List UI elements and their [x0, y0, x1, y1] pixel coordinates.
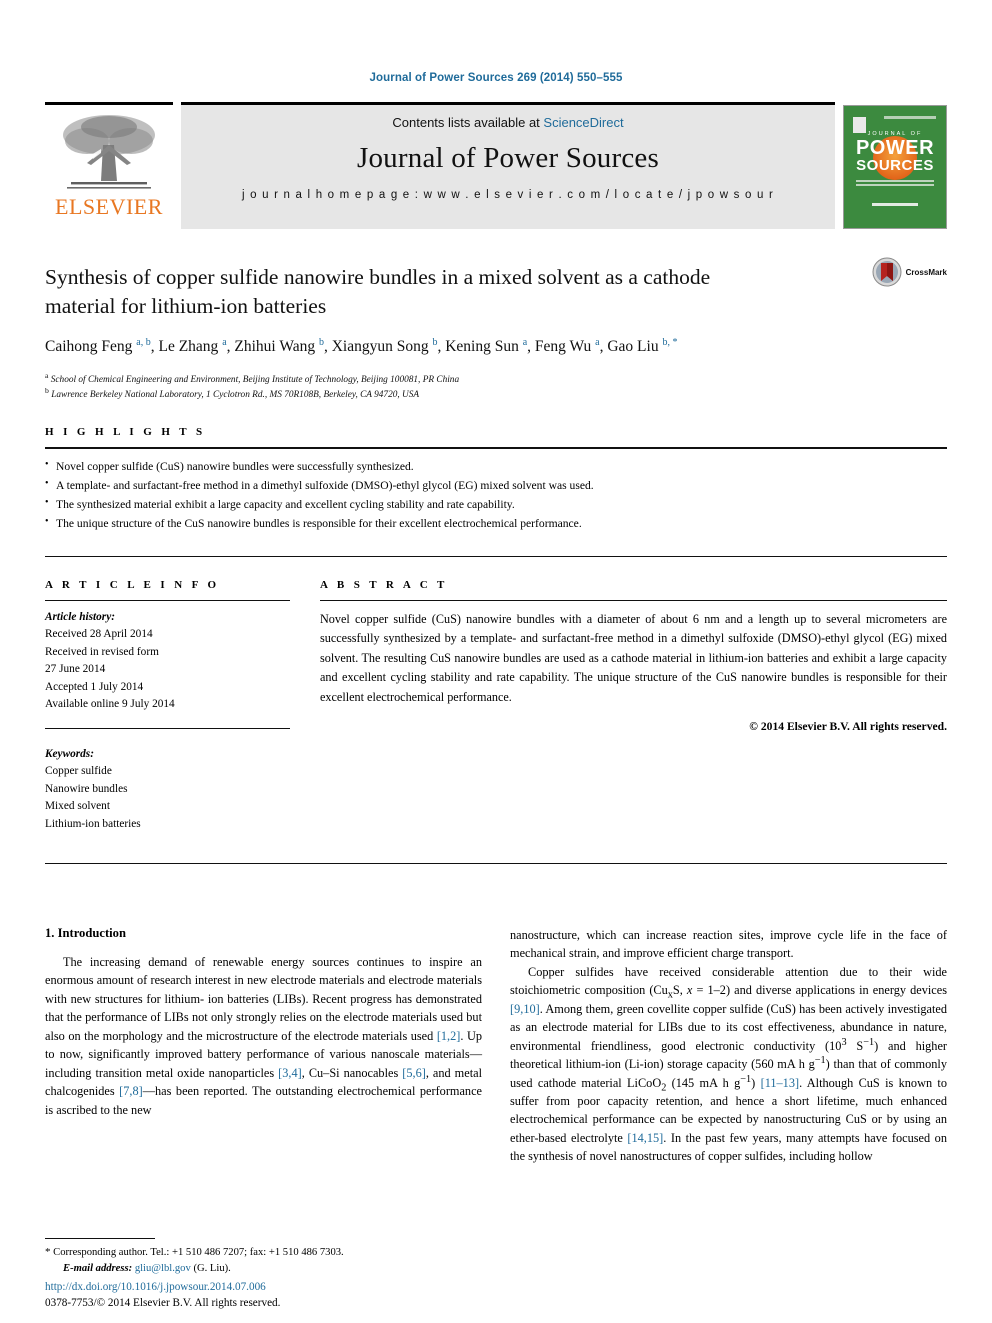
affiliation-item: b Lawrence Berkeley National Laboratory,… — [45, 385, 947, 403]
body-column-right: nanostructure, which can increase reacti… — [510, 926, 947, 1166]
abstract-column: A B S T R A C T Novel copper sulfide (Cu… — [320, 579, 947, 834]
masthead-center-panel: Contents lists available at ScienceDirec… — [181, 102, 835, 229]
affiliation-text: Lawrence Berkeley National Laboratory, 1… — [51, 389, 420, 400]
keywords-label: Keywords: — [45, 747, 94, 760]
highlights-list: Novel copper sulfide (CuS) nanowire bund… — [45, 457, 947, 534]
abstract-copyright: © 2014 Elsevier B.V. All rights reserved… — [749, 720, 947, 734]
doi-link[interactable]: http://dx.doi.org/10.1016/j.jpowsour.201… — [45, 1279, 280, 1295]
email-label: E-mail address: — [63, 1263, 133, 1275]
author-list: Caihong Feng a, b, Le Zhang a, Zhihui Wa… — [45, 337, 678, 356]
keywords-divider — [45, 727, 290, 729]
article-history-label: Article history: — [45, 610, 115, 623]
journal-homepage-line[interactable]: j o u r n a l h o m e p a g e : w w w . … — [181, 189, 835, 201]
journal-cover-image: JOURNAL OF POWER SOURCES — [843, 105, 947, 229]
intro-paragraph-continued: nanostructure, which can increase reacti… — [510, 928, 947, 961]
email-suffix: (G. Liu). — [193, 1263, 231, 1275]
history-line: 27 June 2014 — [45, 663, 106, 676]
article-page: Journal of Power Sources 269 (2014) 550–… — [0, 0, 992, 1323]
cover-tagline-lines — [856, 180, 934, 188]
corresponding-author-line: * Corresponding author. Tel.: +1 510 486… — [45, 1244, 485, 1261]
list-item: The unique structure of the CuS nanowire… — [45, 514, 947, 534]
elsevier-logo: ELSEVIER — [45, 102, 173, 229]
article-history-block: Article history: Received 28 April 2014 … — [45, 609, 290, 714]
cover-publisher-mark — [872, 203, 918, 206]
history-line: Received 28 April 2014 — [45, 628, 153, 641]
article-info-column: A R T I C L E I N F O Article history: R… — [45, 579, 320, 834]
section-heading-introduction: 1. Introduction — [45, 926, 126, 941]
article-info-heading: A R T I C L E I N F O — [45, 578, 220, 591]
body-column-left: 1. Introduction The increasing demand of… — [45, 926, 482, 1166]
contents-available-line: Contents lists available at ScienceDirec… — [181, 115, 835, 130]
list-item: A template- and surfactant-free method i… — [45, 476, 947, 496]
elsevier-tree-icon — [63, 115, 155, 189]
footnote-rule — [45, 1238, 155, 1240]
affiliation-marker: a — [45, 370, 49, 380]
abstract-divider — [320, 599, 947, 601]
corresponding-author-note: * Corresponding author. Tel.: +1 510 486… — [45, 1238, 485, 1277]
abstract-heading: A B S T R A C T — [320, 578, 448, 591]
keyword-item: Lithium-ion batteries — [45, 817, 141, 830]
keyword-item: Nanowire bundles — [45, 782, 128, 795]
abstract-text: Novel copper sulfide (CuS) nanowire bund… — [320, 611, 947, 704]
history-line: Available online 9 July 2014 — [45, 698, 175, 711]
page-title: Synthesis of copper sulfide nanowire bun… — [45, 265, 711, 318]
crossmark-label: CrossMark — [905, 267, 947, 277]
journal-cover-thumbnail: JOURNAL OF POWER SOURCES — [843, 102, 947, 229]
cover-top-rule — [884, 116, 936, 119]
highlights-heading: H I G H L I G H T S — [45, 426, 206, 439]
affiliation-text: School of Chemical Engineering and Envir… — [50, 374, 460, 385]
issn-copyright-line: 0378-7753/© 2014 Elsevier B.V. All right… — [45, 1296, 281, 1309]
highlights-divider — [45, 447, 947, 450]
corresponding-text: Corresponding author. Tel.: +1 510 486 7… — [53, 1247, 344, 1259]
sciencedirect-link[interactable]: ScienceDirect — [543, 115, 623, 130]
article-info-divider — [45, 599, 290, 601]
list-item: The synthesized material exhibit a large… — [45, 495, 947, 515]
highlights-section: H I G H L I G H T S Novel copper sulfide… — [45, 426, 947, 533]
journal-masthead: ELSEVIER Contents lists available at Sci… — [45, 102, 947, 229]
title-block: CrossMark Synthesis of copper sulfide na… — [45, 257, 947, 403]
keyword-item: Copper sulfide — [45, 765, 112, 778]
history-line: Accepted 1 July 2014 — [45, 680, 144, 693]
crossmark-icon — [872, 257, 902, 287]
highlights-bottom-divider — [45, 555, 947, 557]
crossmark-badge[interactable]: CrossMark — [872, 257, 947, 287]
abstract-bottom-divider — [45, 863, 947, 865]
cover-power-word: POWER — [855, 137, 935, 159]
affiliation-list: a School of Chemical Engineering and Env… — [45, 370, 947, 403]
running-head-citation: Journal of Power Sources 269 (2014) 550–… — [369, 72, 623, 84]
author-email-link[interactable]: gliu@lbl.gov — [135, 1263, 191, 1274]
email-line: E-mail address: gliu@lbl.gov (G. Liu). — [45, 1261, 485, 1277]
doi-block: http://dx.doi.org/10.1016/j.jpowsour.201… — [45, 1279, 280, 1311]
info-abstract-region: A R T I C L E I N F O Article history: R… — [45, 579, 947, 834]
history-line: Received in revised form — [45, 645, 159, 658]
keyword-item: Mixed solvent — [45, 800, 110, 813]
keywords-block: Keywords: Copper sulfide Nanowire bundle… — [45, 738, 290, 834]
corresponding-star: * — [45, 1246, 51, 1259]
cover-sources-word: SOURCES — [856, 157, 934, 174]
list-item: Novel copper sulfide (CuS) nanowire bund… — [45, 457, 947, 477]
affiliation-marker: b — [45, 385, 49, 395]
copper-sulfides-paragraph: Copper sulfides have received considerab… — [510, 964, 947, 1164]
body-columns: 1. Introduction The increasing demand of… — [45, 926, 947, 1166]
contents-prefix-text: Contents lists available at — [392, 115, 544, 130]
journal-title: Journal of Power Sources — [357, 142, 659, 174]
intro-paragraph: The increasing demand of renewable energ… — [45, 955, 482, 1117]
affiliation-item: a School of Chemical Engineering and Env… — [45, 370, 947, 388]
elsevier-wordmark: ELSEVIER — [55, 194, 163, 219]
